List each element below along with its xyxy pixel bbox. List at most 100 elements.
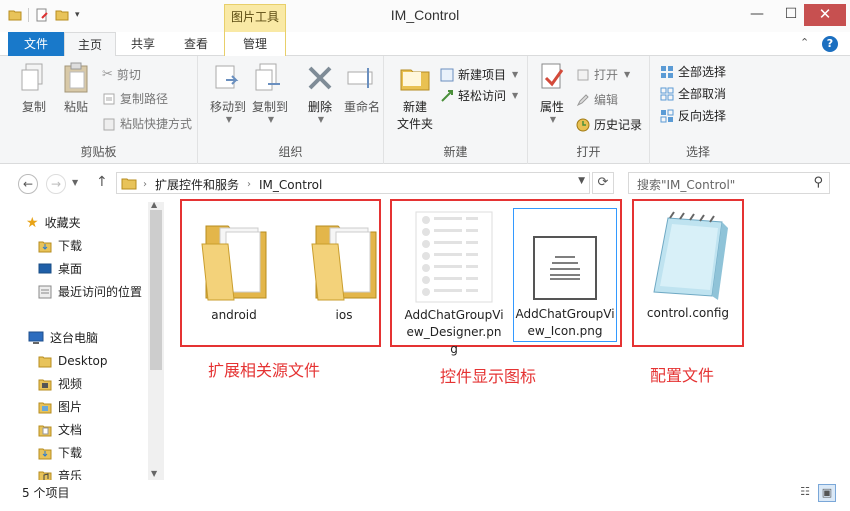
edit-icon [576, 94, 589, 107]
select-none-label: 全部取消 [678, 87, 727, 101]
properties-button[interactable]: 属性 ▼ [530, 62, 574, 124]
nav-item-desktop[interactable]: 桌面 [38, 258, 82, 280]
chevron-down-icon[interactable]: ▼ [151, 469, 157, 478]
ribbon: 复制 粘贴 ✂ 剪切 复制路径 粘贴快捷方式 剪贴板 移动到 ▼ 复制到 ▼ 删… [0, 56, 850, 164]
copy-path-label: 复制路径 [120, 92, 169, 106]
chevron-down-icon: ▼ [512, 91, 519, 100]
address-row: ← → ▼ ↑ › 扩展控件和服务 › IM_Control ▼ ⟳ 搜索"IM… [0, 164, 850, 202]
open-label: 打开 [594, 68, 619, 82]
nav-label: 下载 [58, 446, 83, 460]
minimize-button[interactable]: — [742, 4, 772, 26]
documents-folder-icon [38, 425, 52, 437]
details-view-button[interactable]: ☷ [796, 484, 814, 502]
paste-button[interactable]: 粘贴 [54, 62, 98, 115]
breadcrumb-item[interactable]: 扩展控件和服务 [155, 176, 239, 193]
tab-share[interactable]: 共享 [118, 32, 168, 56]
nav-item-downloads[interactable]: 下载 [38, 235, 82, 257]
chevron-down-icon: ▼ [225, 115, 233, 124]
address-bar[interactable]: › 扩展控件和服务 › IM_Control ▼ [116, 172, 590, 194]
large-icons-view-icon: ▣ [821, 486, 833, 499]
folder-item-ios[interactable]: ios [294, 208, 394, 324]
refresh-button[interactable]: ⟳ [592, 172, 614, 194]
select-none-icon [660, 87, 674, 101]
scrollbar-thumb[interactable] [150, 210, 162, 370]
nav-item-recent[interactable]: 最近访问的位置 [38, 281, 142, 303]
nav-item-videos[interactable]: 视频 [38, 373, 82, 395]
rename-button[interactable]: 重命名 [340, 62, 384, 115]
delete-label: 删除 [307, 100, 332, 114]
clipboard-icon [64, 62, 88, 93]
file-name: android [211, 308, 257, 322]
properties-icon [541, 63, 564, 89]
rename-label: 重命名 [343, 100, 380, 114]
clipboard-group: 复制 粘贴 ✂ 剪切 复制路径 粘贴快捷方式 剪贴板 [0, 56, 198, 164]
search-input[interactable]: 搜索"IM_Control" ⚲ [628, 172, 830, 194]
maximize-button[interactable]: ☐ [776, 4, 806, 26]
copy-path-button[interactable]: 复制路径 [102, 89, 168, 109]
downloads-folder-icon [38, 448, 52, 460]
select-all-icon [661, 66, 673, 78]
edit-button[interactable]: 编辑 [576, 90, 618, 110]
nav-label: 视频 [58, 377, 83, 391]
cut-label: 剪切 [116, 68, 141, 82]
tab-manage[interactable]: 管理 [224, 32, 286, 56]
copy-button[interactable]: 复制 [12, 62, 56, 115]
nav-item-music[interactable]: 音乐 [38, 465, 82, 480]
chevron-right-icon: › [247, 179, 252, 190]
chevron-right-icon: › [143, 179, 147, 190]
arrow-up-icon[interactable]: ↑ [96, 174, 108, 190]
invert-selection-icon [660, 109, 674, 123]
copy-to-button[interactable]: 复制到 ▼ [248, 62, 292, 124]
help-button[interactable]: ? [822, 36, 838, 52]
nav-item-desktop-en[interactable]: Desktop [38, 350, 108, 372]
chevron-down-icon[interactable]: ▼ [578, 176, 585, 186]
delete-button[interactable]: 删除 ▼ [298, 62, 342, 124]
chevron-up-icon[interactable]: ⌃ [800, 36, 809, 49]
nav-item-pictures[interactable]: 图片 [38, 396, 82, 418]
pictures-folder-icon [38, 402, 52, 414]
arrow-right-icon: → [50, 177, 62, 191]
folder-item-android[interactable]: android [184, 208, 284, 324]
status-bar: 5 个项目 ☷ ▣ [0, 480, 850, 511]
image-thumbnail-icon [533, 236, 597, 300]
navigation-scrollbar[interactable]: ▲ ▼ [148, 200, 164, 480]
nav-item-favorites[interactable]: ★ 收藏夹 [26, 212, 81, 234]
select-none-button[interactable]: 全部取消 [660, 84, 726, 104]
easy-access-button[interactable]: 轻松访问 ▼ [440, 86, 518, 106]
nav-label: Desktop [58, 354, 108, 368]
file-item-designer-png[interactable]: AddChatGroupView_Designer.png [404, 210, 504, 358]
open-button[interactable]: 打开 ▼ [576, 65, 630, 85]
back-button[interactable]: ← [18, 174, 38, 194]
forward-button[interactable]: → [46, 174, 66, 194]
open-group-label: 打开 [576, 145, 601, 159]
scissors-icon: ✂ [102, 67, 113, 82]
breadcrumb-item[interactable]: IM_Control [259, 178, 322, 192]
history-button[interactable]: 历史记录 [576, 115, 642, 135]
chevron-up-icon[interactable]: ▲ [151, 200, 157, 209]
nav-item-downloads-pc[interactable]: 下载 [38, 442, 82, 464]
notepad-icon [653, 211, 728, 300]
recent-locations-icon[interactable]: ▼ [72, 178, 78, 187]
paste-shortcut-button[interactable]: 粘贴快捷方式 [102, 114, 192, 134]
file-name: control.config [646, 306, 730, 320]
file-item-icon-png[interactable]: AddChatGroupView_Icon.png [513, 208, 617, 342]
file-item-config[interactable]: control.config [634, 210, 742, 322]
invert-selection-button[interactable]: 反向选择 [660, 106, 726, 126]
close-button[interactable]: ✕ [804, 4, 846, 26]
new-item-button[interactable]: 新建项目 ▼ [440, 65, 518, 85]
folder-icon [38, 356, 52, 368]
tab-home[interactable]: 主页 [64, 32, 116, 57]
move-to-button[interactable]: 移动到 ▼ [206, 62, 250, 124]
select-all-button[interactable]: 全部选择 [660, 62, 726, 82]
properties-label: 属性 [539, 100, 564, 114]
nav-item-documents[interactable]: 文档 [38, 419, 82, 441]
nav-item-this-pc[interactable]: 这台电脑 [28, 327, 98, 349]
nav-label: 音乐 [58, 469, 83, 480]
chevron-down-icon: ▼ [549, 115, 557, 124]
new-folder-button[interactable]: 新建 文件夹 [392, 62, 438, 132]
tab-file[interactable]: 文件 [8, 32, 64, 56]
star-icon: ★ [26, 215, 39, 231]
cut-button[interactable]: ✂ 剪切 [102, 65, 141, 85]
tab-view[interactable]: 查看 [170, 32, 222, 56]
large-icons-view-button[interactable]: ▣ [818, 484, 836, 502]
